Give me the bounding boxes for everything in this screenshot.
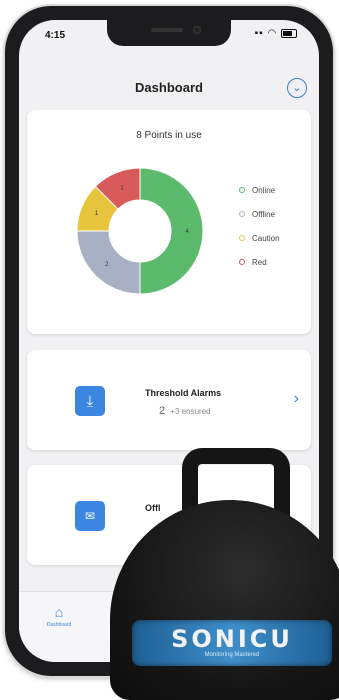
device-tagline: Monitoring Mastered [204,652,260,658]
threshold-alarms-card[interactable]: ⤓ Threshold Alarms 2 +3 ensured › [27,350,311,450]
chart-title: 8 Points in use [136,130,202,141]
legend-label: Caution [252,233,280,243]
legend-swatch [239,235,245,241]
tab-dashboard[interactable]: ⌂ Dashboard [39,604,79,628]
donut-chart: 4211 [75,166,205,296]
legend-label: Red [252,257,267,267]
home-icon: ⌂ [54,604,64,620]
pie-slice-offline[interactable] [76,230,141,295]
battery-icon [281,28,297,38]
chevron-down-icon: ⌄ [292,82,302,94]
status-icons: ▪▪ ◠ [255,28,297,39]
envelope-icon: ✉ [75,501,105,531]
device-label: SONICU Monitoring Mastered [132,620,332,666]
status-time: 4:15 [45,30,66,41]
phone-notch [107,20,231,46]
legend-swatch [239,211,245,217]
chevron-right-icon: › [293,390,299,407]
legend-label: Offline [252,209,275,219]
header-menu-button[interactable]: ⌄ [287,78,307,98]
donut-svg: 4211 [76,167,204,295]
page-title: Dashboard [135,80,203,95]
legend-item: Offline [239,202,280,226]
tab-dashboard-label: Dashboard [46,622,72,628]
chart-legend: Online Offline Caution Red [239,178,280,274]
sensor-device: SONICU Monitoring Mastered [110,448,339,700]
pie-slice-online[interactable] [139,167,204,295]
thermometer-icon: ⤓ [75,386,105,416]
legend-item: Online [239,178,280,202]
legend-item: Caution [239,226,280,250]
device-body: SONICU Monitoring Mastered [110,500,339,700]
wifi-icon: ◠ [267,28,278,39]
legend-item: Red [239,250,280,274]
camera-icon [193,26,201,34]
legend-swatch [239,187,245,193]
alarms-sub: +3 ensured [170,407,211,416]
alarms-title: Threshold Alarms [145,388,222,398]
alarms-count: 2 [159,405,166,417]
points-chart-card: 8 Points in use 4211 Online Offline Cautio… [27,110,311,334]
speaker-grille [151,28,183,32]
signal-icon: ▪▪ [254,28,264,39]
legend-swatch [239,259,245,265]
alarms-summary: 2 +3 ensured [159,405,211,417]
legend-label: Online [252,185,276,195]
device-brand: SONICU [171,625,293,653]
